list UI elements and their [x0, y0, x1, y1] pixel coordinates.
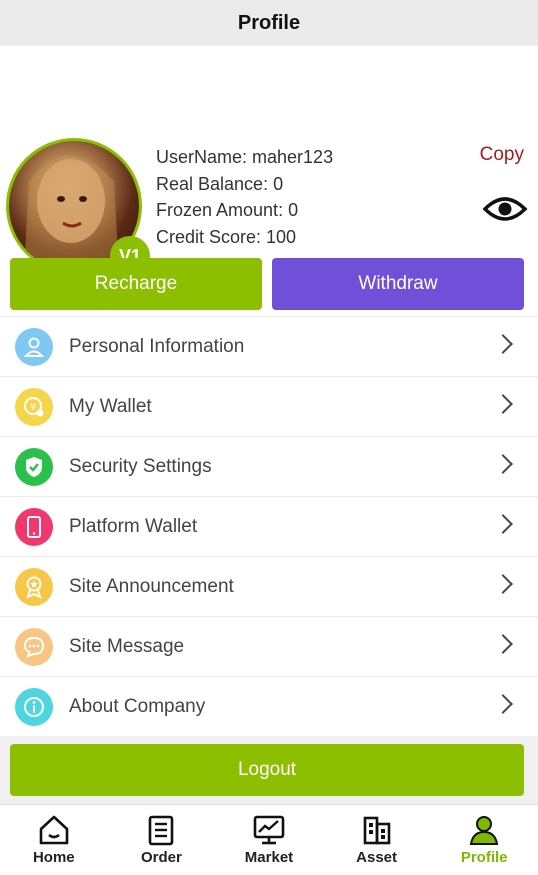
shield-icon — [15, 447, 53, 486]
menu-item-label: Site Message — [69, 635, 185, 657]
tab-asset[interactable]: Asset — [323, 805, 431, 875]
chevron-right-icon — [493, 694, 513, 714]
tab-label: Home — [32, 849, 75, 866]
menu-list: Personal Information ¥ My Wallet Securit… — [0, 316, 538, 737]
chat-icon — [15, 627, 53, 666]
order-icon — [149, 815, 174, 846]
username-text: UserName: maher123 — [156, 147, 334, 167]
tab-profile[interactable]: Profile — [430, 805, 538, 875]
profile-icon — [469, 816, 499, 845]
chevron-right-icon — [493, 394, 513, 414]
menu-item-about-company[interactable]: About Company — [0, 677, 538, 737]
tab-order[interactable]: Order — [108, 805, 216, 875]
action-buttons: Recharge Withdraw — [10, 258, 524, 310]
account-info: UserName: maher123 Real Balance: 0 Froze… — [156, 144, 333, 250]
info-icon — [15, 687, 53, 726]
chevron-right-icon — [493, 574, 513, 594]
chevron-right-icon — [493, 634, 513, 654]
home-icon — [39, 815, 69, 845]
menu-item-personal-information[interactable]: Personal Information — [0, 317, 538, 377]
menu-item-my-wallet[interactable]: ¥ My Wallet — [0, 377, 538, 437]
page-title: Profile — [237, 11, 301, 34]
tab-label: Profile — [460, 849, 508, 866]
profile-card: V1 UserName: maher123 Real Balance: 0 Fr… — [0, 46, 538, 276]
menu-item-label: Site Announcement — [69, 575, 234, 597]
menu-item-label: Personal Information — [69, 335, 245, 357]
tab-home[interactable]: Home — [0, 805, 108, 875]
phone-icon — [15, 507, 53, 546]
tab-label: Order — [140, 849, 182, 866]
medal-icon — [15, 567, 53, 606]
credit-score-text: Credit Score: 100 — [156, 226, 297, 247]
person-icon — [15, 327, 53, 366]
menu-item-site-message[interactable]: Site Message — [0, 617, 538, 677]
tab-label: Market — [244, 849, 294, 866]
recharge-button[interactable]: Recharge — [10, 258, 262, 310]
tab-label: Asset — [356, 849, 397, 866]
frozen-amount-text: Frozen Amount: 0 — [156, 200, 299, 220]
bottom-tab-bar: Home Order Market Asset Profile — [0, 804, 538, 875]
page-header: Profile — [0, 0, 538, 46]
market-icon — [253, 815, 285, 845]
chevron-right-icon — [493, 334, 513, 354]
menu-item-platform-wallet[interactable]: Platform Wallet — [0, 497, 538, 557]
withdraw-button[interactable]: Withdraw — [272, 258, 524, 310]
avatar-container: V1 — [6, 138, 150, 276]
tab-market[interactable]: Market — [215, 805, 323, 875]
chevron-right-icon — [493, 454, 513, 474]
logout-button[interactable]: Logout — [10, 744, 524, 796]
chevron-right-icon — [493, 514, 513, 534]
eye-icon[interactable] — [482, 192, 528, 226]
real-balance-text: Real Balance: 0 — [156, 173, 284, 194]
menu-item-label: About Company — [69, 695, 206, 717]
menu-item-label: Security Settings — [69, 455, 212, 477]
menu-item-security-settings[interactable]: Security Settings — [0, 437, 538, 497]
svg-text:¥: ¥ — [30, 402, 36, 413]
menu-item-label: My Wallet — [69, 395, 152, 417]
menu-item-site-announcement[interactable]: Site Announcement — [0, 557, 538, 617]
copy-button[interactable]: Copy — [480, 144, 524, 166]
menu-item-label: Platform Wallet — [69, 515, 198, 537]
wallet-icon: ¥ — [15, 387, 53, 426]
asset-icon — [363, 816, 390, 845]
